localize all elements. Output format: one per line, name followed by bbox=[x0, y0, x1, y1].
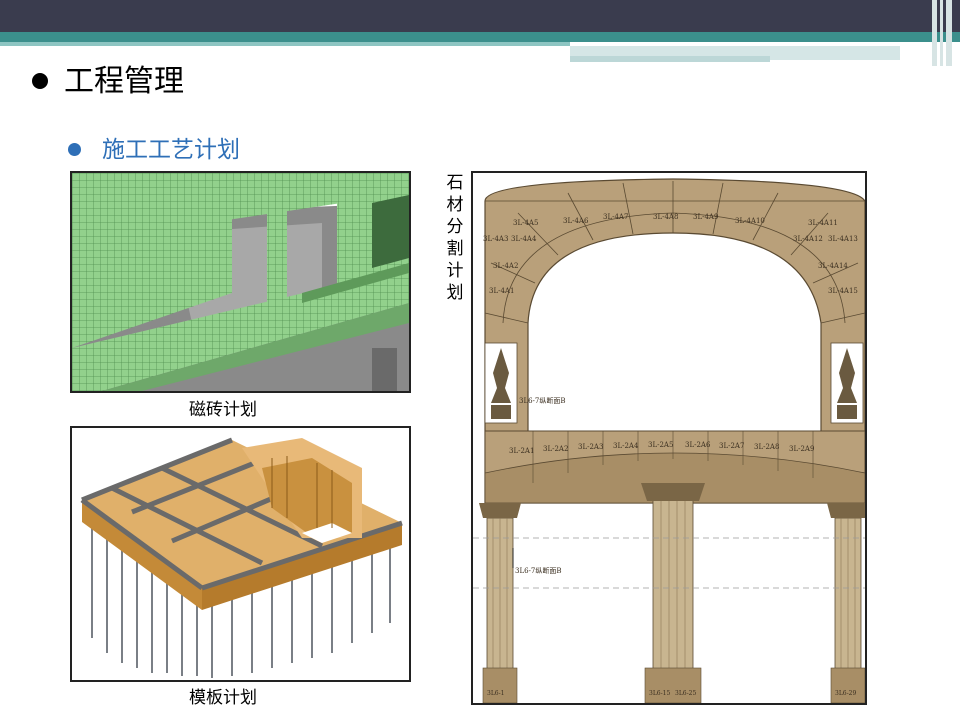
title-bullet bbox=[32, 73, 48, 89]
tile-plan-image bbox=[70, 171, 411, 393]
arch-block-label: 3L-4A12 bbox=[793, 235, 823, 243]
arch-block-label: 3L-4A10 bbox=[735, 217, 765, 225]
arch-block-label: 3L-4A1 bbox=[489, 287, 514, 295]
beam-block-label: 3L-2A2 bbox=[543, 445, 568, 453]
section-label: 3L6-7纵断面B bbox=[519, 396, 566, 405]
beam-block-label: 3L-2A7 bbox=[719, 442, 744, 450]
stone-caption-char: 石 bbox=[446, 173, 464, 193]
stone-caption-char: 划 bbox=[446, 283, 464, 303]
stone-caption-char: 计 bbox=[446, 261, 464, 281]
beam-block-label: 3L-2A3 bbox=[578, 443, 603, 451]
arch-block-label: 3L-4A13 bbox=[828, 235, 858, 243]
formwork-plan-caption: 模板计划 bbox=[189, 688, 257, 708]
beam-block-label: 3L-2A9 bbox=[789, 445, 814, 453]
page-title: 工程管理 bbox=[64, 64, 184, 99]
stone-plan-caption: 石 材 分 割 计 划 bbox=[444, 172, 466, 304]
beam-block-label: 3L-2A8 bbox=[754, 443, 779, 451]
header-accent-line-light bbox=[0, 42, 570, 46]
header-stripe bbox=[940, 0, 943, 66]
beam-block-label: 3L-2A4 bbox=[613, 442, 639, 450]
stone-caption-char: 割 bbox=[446, 239, 464, 259]
subtitle-bullet bbox=[68, 143, 81, 156]
arch-block-label: 3L-4A2 bbox=[493, 262, 518, 270]
arch-block-label: 3L-4A7 bbox=[603, 213, 628, 221]
beam-block-label: 3L-2A5 bbox=[648, 441, 673, 449]
beam-block-label: 3L-2A1 bbox=[509, 447, 534, 455]
header-accent-line bbox=[0, 32, 960, 42]
header-stripe bbox=[946, 0, 952, 66]
column-label: 3L6-29 bbox=[835, 690, 856, 697]
tile-plan-caption: 磁砖计划 bbox=[189, 400, 257, 420]
arch-block-label: 3L-4A4 bbox=[511, 235, 537, 243]
arch-block-label: 3L-4A8 bbox=[653, 213, 678, 221]
beam-block-label: 3L-2A6 bbox=[685, 441, 711, 449]
formwork-plan-image bbox=[70, 426, 411, 682]
header-stripe bbox=[932, 0, 937, 66]
column-label: 3L6-15 bbox=[649, 690, 670, 697]
column-label: 3L6-25 bbox=[675, 690, 696, 697]
header-light-bar-2 bbox=[570, 56, 770, 62]
arch-block-label: 3L-4A14 bbox=[818, 262, 848, 270]
column-label: 3L6-1 bbox=[487, 690, 504, 697]
arch-block-label: 3L-4A6 bbox=[563, 217, 589, 225]
stone-plan-image: 3L-4A1 3L-4A2 3L-4A3 3L-4A4 3L-4A5 3L-4A… bbox=[471, 171, 867, 705]
arch-block-label: 3L-4A9 bbox=[693, 213, 718, 221]
section-label: 3L6-7纵断面B bbox=[515, 566, 562, 575]
header-band bbox=[0, 0, 960, 32]
arch-block-label: 3L-4A15 bbox=[828, 287, 858, 295]
stone-caption-char: 分 bbox=[446, 217, 464, 237]
arch-block-label: 3L-4A5 bbox=[513, 219, 538, 227]
arch-block-label: 3L-4A11 bbox=[808, 219, 838, 227]
section-subtitle: 施工工艺计划 bbox=[102, 137, 240, 163]
arch-block-label: 3L-4A3 bbox=[483, 235, 508, 243]
stone-caption-char: 材 bbox=[446, 195, 464, 215]
